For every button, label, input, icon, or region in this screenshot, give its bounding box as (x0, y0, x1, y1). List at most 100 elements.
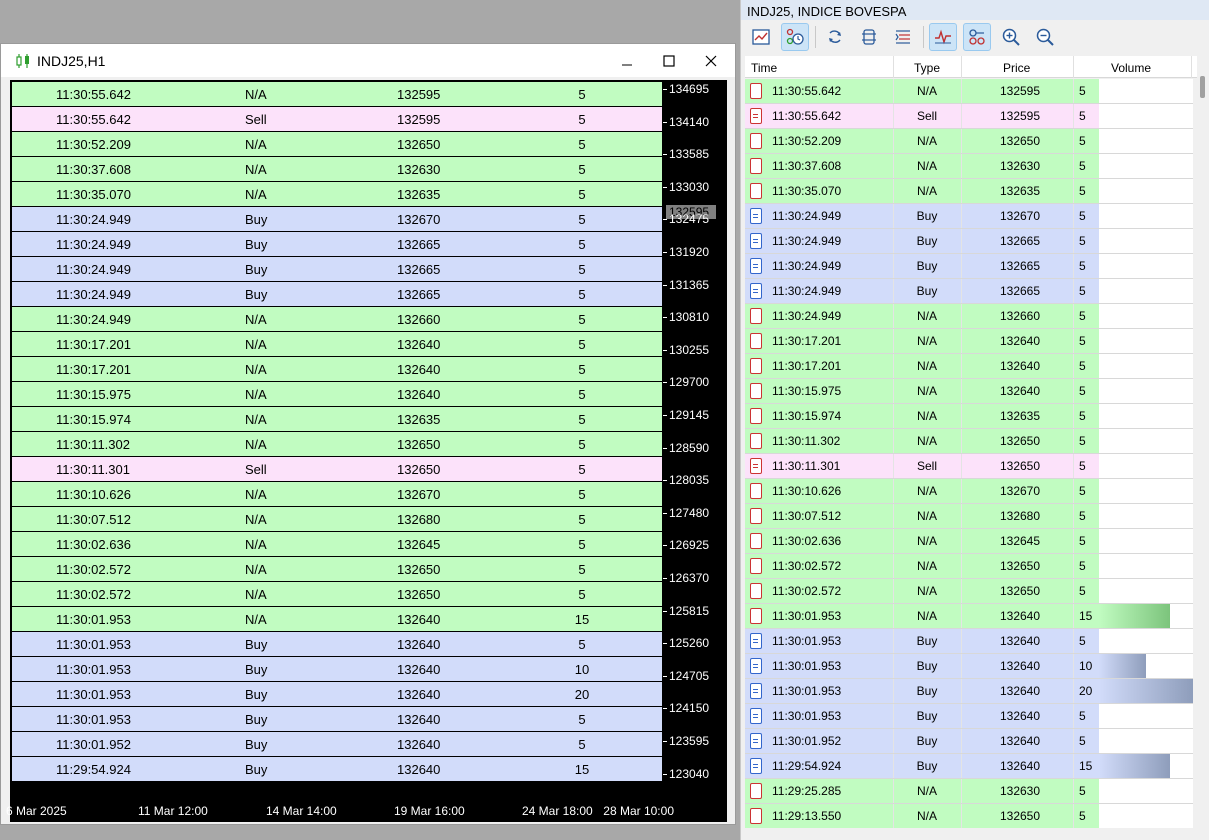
chart-tick-row: 11:30:55.642 N/A 132595 5 (12, 82, 662, 106)
ts-type: N/A (916, 334, 937, 348)
close-button[interactable] (691, 48, 731, 74)
maximize-button[interactable] (649, 48, 689, 74)
tick-volume: 5 (578, 462, 586, 477)
ts-row[interactable]: 11:30:37.608 N/A 132630 5 (745, 154, 1193, 179)
ts-row[interactable]: 11:30:01.953 Buy 132640 10 (745, 654, 1193, 679)
ts-row[interactable]: 11:30:17.201 N/A 132640 5 (745, 354, 1193, 379)
ts-row[interactable]: 11:30:01.953 Buy 132640 5 (745, 629, 1193, 654)
ts-row[interactable]: 11:30:07.512 N/A 132680 5 (745, 504, 1193, 529)
tick-icon (750, 583, 762, 599)
ts-table-body[interactable]: 11:30:55.642 N/A 132595 5 11:30:55.642 Sell 13… (745, 79, 1193, 828)
price-tick-label: 134140 (662, 114, 710, 129)
ts-row[interactable]: 11:30:11.301 Sell 132650 5 (745, 454, 1193, 479)
ts-row[interactable]: 11:30:01.953 Buy 132640 5 (745, 704, 1193, 729)
chart-area[interactable]: 11:30:55.642 N/A 132595 5 11:30:55.642 Sell 13… (6, 80, 727, 822)
tick-price: 132665 (397, 287, 441, 302)
time-tick-label: 28 Mar 10:00 (603, 804, 674, 818)
tick-time: 11:30:52.209 (56, 137, 131, 152)
ts-row[interactable]: 11:30:24.949 Buy 132665 5 (745, 279, 1193, 304)
ts-row[interactable]: 11:29:54.924 Buy 132640 15 (745, 754, 1193, 779)
tick-type: Buy (245, 212, 268, 227)
ts-time: 11:29:25.285 (772, 784, 842, 798)
tick-time: 11:30:11.301 (56, 462, 130, 477)
ts-row[interactable]: 11:30:55.642 Sell 132595 5 (745, 104, 1193, 129)
ts-price: 132670 (999, 484, 1041, 498)
header-time[interactable]: Time (751, 61, 777, 75)
ts-row[interactable]: 11:29:13.550 N/A 132650 5 (745, 804, 1193, 828)
ts-time: 11:29:54.924 (772, 759, 842, 773)
tick-volume: 15 (574, 762, 590, 777)
ts-row[interactable]: 11:30:15.974 N/A 132635 5 (745, 404, 1193, 429)
chart-icon[interactable] (747, 23, 775, 51)
ts-row[interactable]: 11:30:15.975 N/A 132640 5 (745, 379, 1193, 404)
circles-icon[interactable] (963, 23, 991, 51)
list-icon[interactable] (889, 23, 917, 51)
columns-icon[interactable] (855, 23, 883, 51)
candlestick-icon (15, 53, 31, 69)
ts-row[interactable]: 11:30:17.201 N/A 132640 5 (745, 329, 1193, 354)
ts-row[interactable]: 11:29:25.285 N/A 132630 5 (745, 779, 1193, 804)
header-price[interactable]: Price (1003, 61, 1030, 75)
chart-window[interactable]: INDJ25,H1 11:30:55.642 N/A 132595 5 11:30:55… (0, 43, 736, 825)
tick-volume: 5 (578, 112, 586, 127)
ts-price: 132670 (999, 209, 1041, 223)
price-tick-label: 125260 (662, 636, 710, 651)
ts-row[interactable]: 11:30:10.626 N/A 132670 5 (745, 479, 1193, 504)
ts-type: N/A (916, 134, 937, 148)
ts-table-header: Time Type Price Volume (745, 56, 1201, 78)
tick-time: 11:30:17.201 (56, 362, 131, 377)
time-and-sales-window[interactable]: INDJ25, INDICE BOVESPA Time Type Price V… (740, 0, 1209, 840)
ts-row[interactable]: 11:30:01.953 N/A 132640 15 (745, 604, 1193, 629)
price-tick-label: 124705 (662, 668, 710, 683)
ts-titlebar[interactable]: INDJ25, INDICE BOVESPA (741, 0, 1209, 20)
price-tick-label: 127480 (662, 505, 710, 520)
zoom-out-icon[interactable] (1031, 23, 1059, 51)
header-type[interactable]: Type (914, 61, 940, 75)
ts-time: 11:29:13.550 (772, 809, 842, 823)
ts-time: 11:30:10.626 (772, 484, 842, 498)
ts-row[interactable]: 11:30:24.949 Buy 132670 5 (745, 204, 1193, 229)
ts-row[interactable]: 11:30:24.949 Buy 132665 5 (745, 254, 1193, 279)
ts-price: 132640 (999, 359, 1041, 373)
time-axis: 6 Mar 2025 11 Mar 12:00 14 Mar 14:00 19 Mar… (6, 802, 674, 822)
ts-row[interactable]: 11:30:24.949 N/A 132660 5 (745, 304, 1193, 329)
header-volume[interactable]: Volume (1111, 61, 1151, 75)
price-tick-label: 130255 (662, 342, 710, 357)
ticks-clock-icon[interactable] (781, 23, 809, 51)
ts-row[interactable]: 11:30:01.953 Buy 132640 20 (745, 679, 1193, 704)
price-tick-label: 128590 (662, 440, 710, 455)
ts-volume: 5 (1079, 709, 1086, 723)
ts-row[interactable]: 11:30:35.070 N/A 132635 5 (745, 179, 1193, 204)
ts-time: 11:30:24.949 (772, 309, 842, 323)
ts-row[interactable]: 11:30:02.572 N/A 132650 5 (745, 579, 1193, 604)
ts-row[interactable]: 11:30:55.642 N/A 132595 5 (745, 79, 1193, 104)
price-tick-label: 124150 (662, 701, 710, 716)
ts-row[interactable]: 11:30:02.572 N/A 132650 5 (745, 554, 1193, 579)
ts-row[interactable]: 11:30:52.209 N/A 132650 5 (745, 129, 1193, 154)
zoom-in-icon[interactable] (997, 23, 1025, 51)
pulse-icon[interactable] (929, 23, 957, 51)
tick-price: 132635 (397, 187, 441, 202)
chart-tick-row: 11:30:35.070 N/A 132635 5 (12, 182, 662, 206)
tick-volume: 5 (578, 87, 586, 102)
chart-tick-row: 11:30:52.209 N/A 132650 5 (12, 132, 662, 156)
chart-tick-row: 11:30:11.302 N/A 132650 5 (12, 432, 662, 456)
minimize-button[interactable] (607, 48, 647, 74)
chart-tick-row: 11:30:24.949 Buy 132665 5 (12, 257, 662, 281)
ts-volume: 5 (1079, 334, 1086, 348)
ts-scrollbar[interactable] (1197, 56, 1209, 828)
ts-row[interactable]: 11:30:24.949 Buy 132665 5 (745, 229, 1193, 254)
ts-row[interactable]: 11:30:02.636 N/A 132645 5 (745, 529, 1193, 554)
ts-price: 132640 (999, 334, 1041, 348)
tick-price: 132670 (397, 212, 441, 227)
chart-titlebar[interactable]: INDJ25,H1 (1, 44, 735, 77)
ts-volume: 5 (1079, 84, 1086, 98)
ts-row[interactable]: 11:30:11.302 N/A 132650 5 (745, 429, 1193, 454)
ts-scrollbar-thumb[interactable] (1200, 76, 1205, 98)
tick-type: N/A (245, 487, 267, 502)
ts-row[interactable]: 11:30:01.952 Buy 132640 5 (745, 729, 1193, 754)
ts-volume: 5 (1079, 309, 1086, 323)
tick-time: 11:30:07.512 (56, 512, 131, 527)
chart-tick-row: 11:30:02.572 N/A 132650 5 (12, 557, 662, 581)
sync-icon[interactable] (821, 23, 849, 51)
